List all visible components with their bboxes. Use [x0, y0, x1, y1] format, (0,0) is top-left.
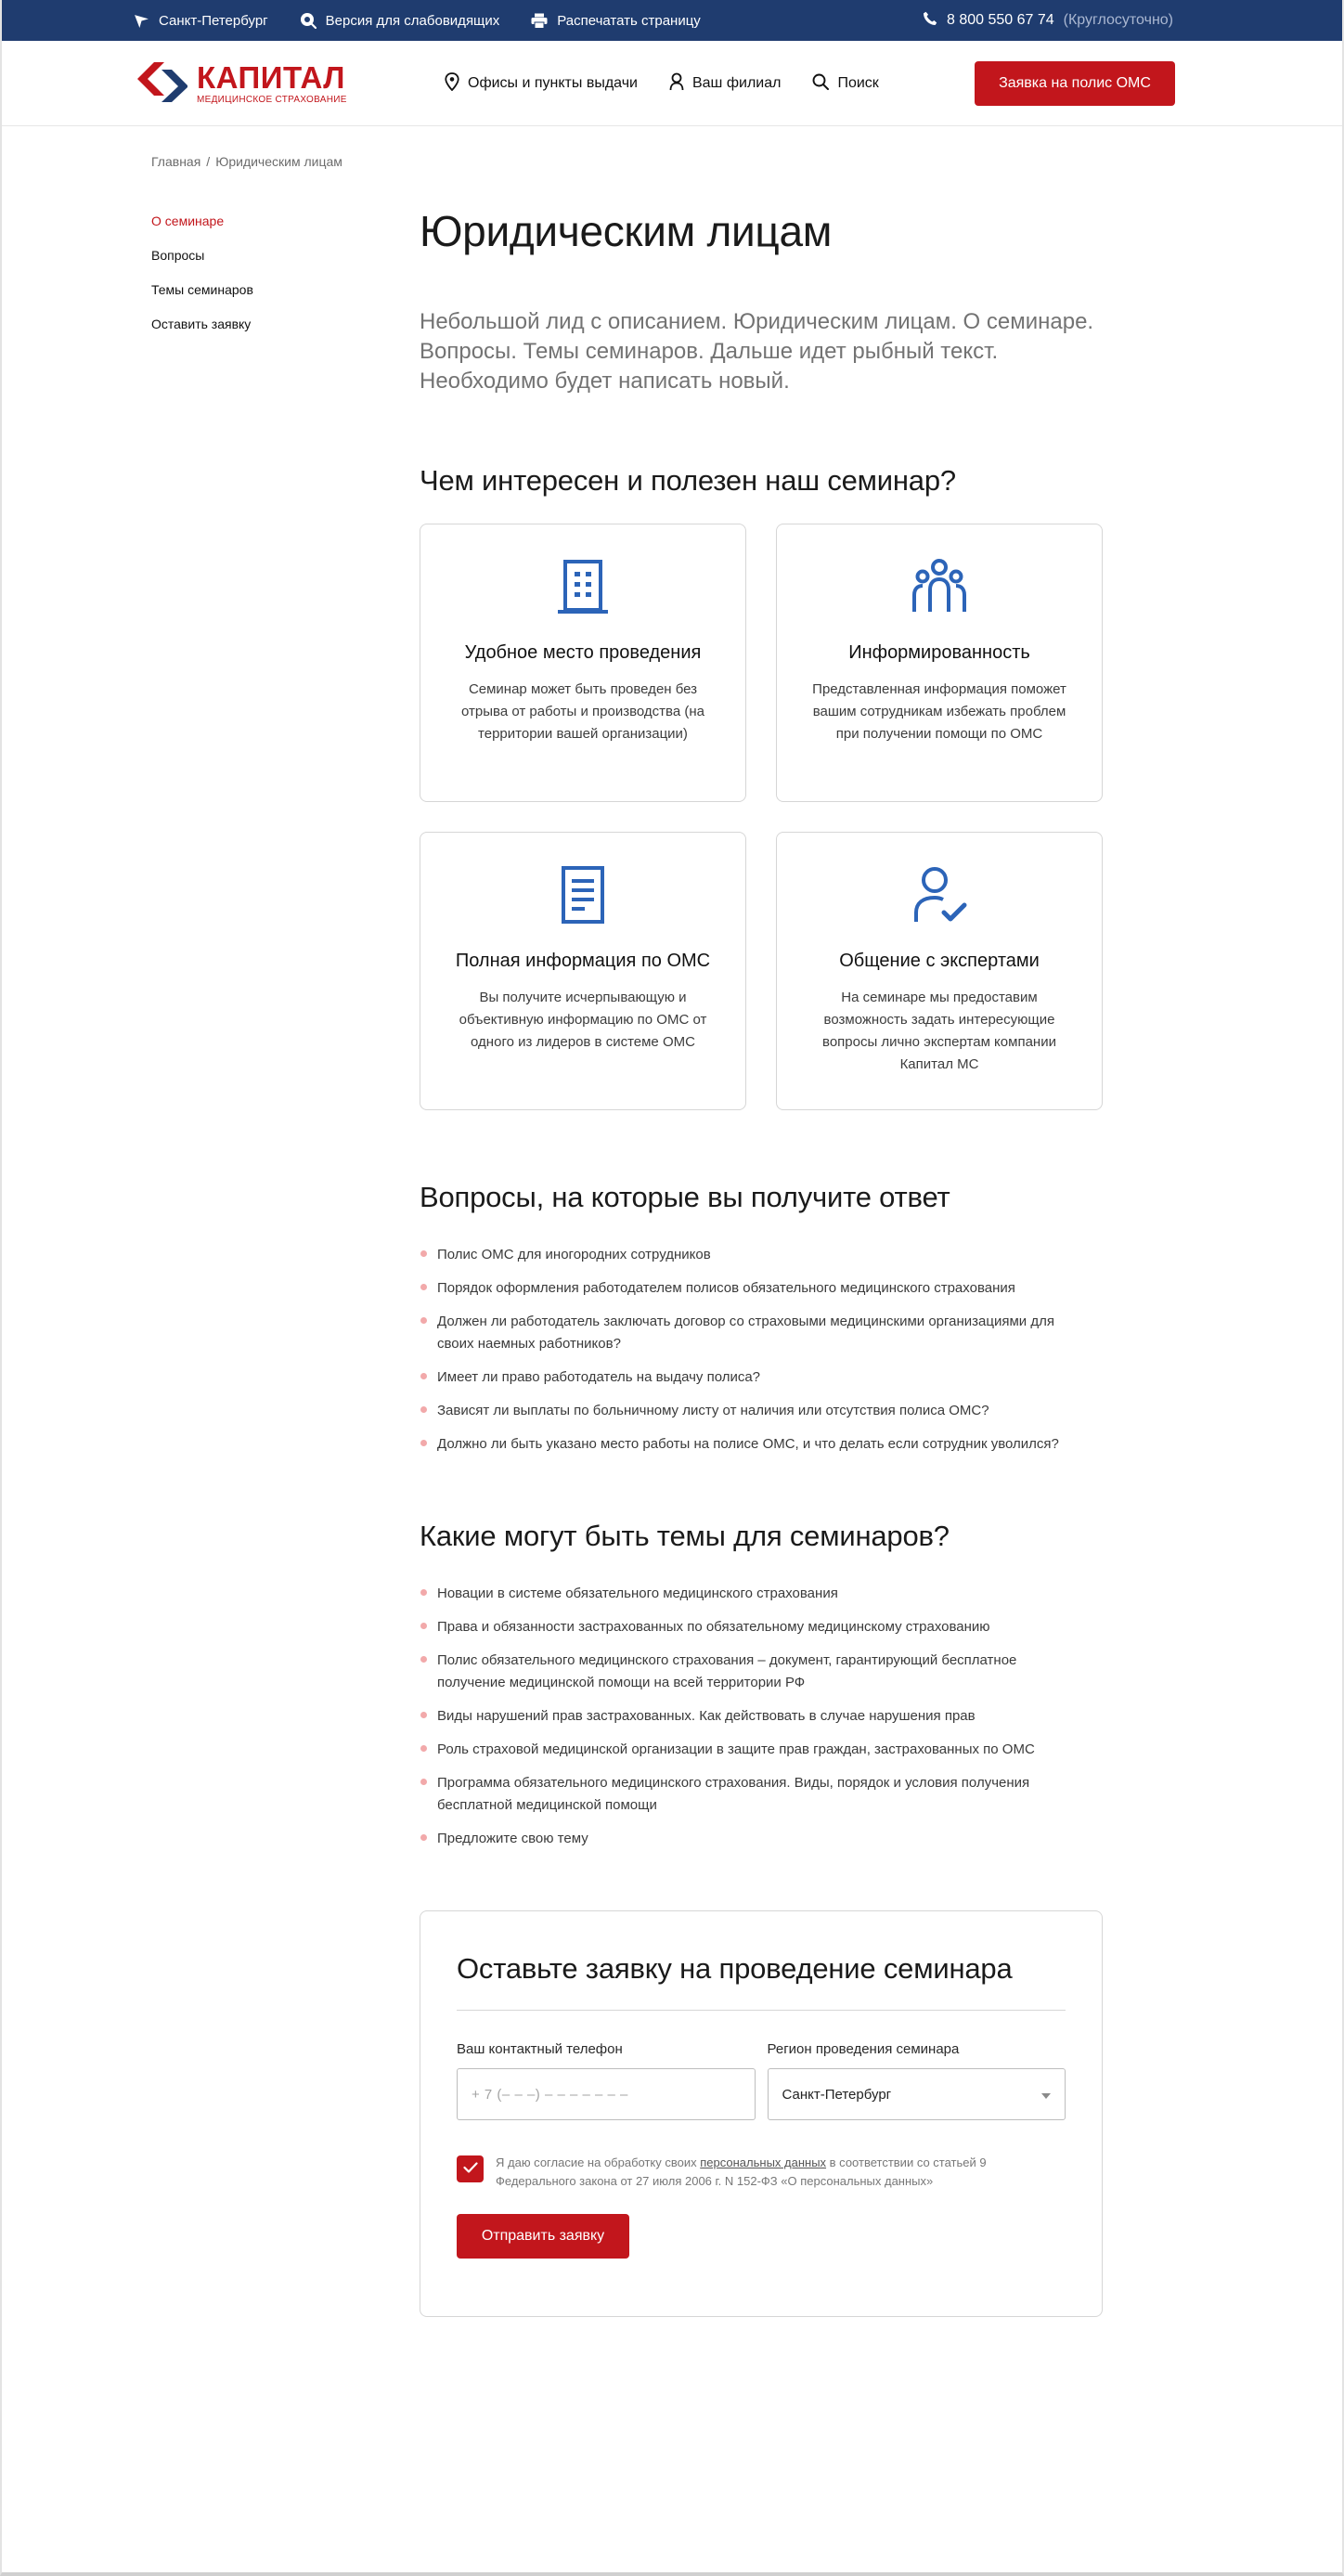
sidebar-item-questions[interactable]: Вопросы [151, 248, 253, 264]
consent-block: Я даю согласие на обработку своих персон… [457, 2154, 1066, 2191]
city-label: Санкт-Петербург [159, 12, 268, 29]
topics-list: Новации в системе обязательного медицинс… [420, 1583, 1103, 1850]
list-item: Полис ОМС для иногородних сотрудников [420, 1244, 1088, 1266]
region-value: Санкт-Петербург [782, 2086, 892, 2103]
phone-number: 8 800 550 67 74 [946, 12, 1054, 28]
map-pin-icon [445, 71, 459, 96]
breadcrumb: Главная / Юридическим лицам [151, 154, 342, 169]
topics-heading: Какие могут быть темы для семинаров? [420, 1520, 950, 1552]
list-item: Зависят ли выплаты по больничному листу … [420, 1400, 1088, 1422]
list-item: Виды нарушений прав застрахованных. Как … [420, 1705, 1088, 1728]
benefit-text: Семинар может быть проведен без отрыва о… [461, 681, 704, 742]
user-check-icon [777, 864, 1102, 926]
nav-branch-label: Ваш филиал [691, 75, 782, 91]
benefit-title: Общение с экспертами [839, 951, 1040, 971]
page-title: Юридическим лицам [420, 207, 833, 255]
people-group-icon [777, 556, 1102, 617]
logo-chevrons-icon [134, 60, 188, 108]
list-item: Полис обязательного медицинского страхов… [420, 1650, 1088, 1694]
list-item: Программа обязательного медицинского стр… [420, 1772, 1088, 1817]
seminar-request-form: Оставьте заявку на проведение семинара В… [420, 1910, 1103, 2317]
benefit-text: На семинаре мы предоставим возможность з… [822, 990, 1056, 1072]
document-icon [420, 864, 745, 926]
user-icon [669, 72, 684, 96]
nav-search-label: Поиск [837, 75, 879, 91]
list-item: Роль страховой медицинской организации в… [420, 1739, 1088, 1761]
consent-checkbox[interactable] [457, 2155, 484, 2182]
sidebar-item-topics[interactable]: Темы семинаров [151, 282, 253, 298]
region-select[interactable]: Санкт-Петербург [767, 2068, 1066, 2120]
location-arrow-icon [134, 13, 149, 29]
phone-placeholder: + 7 (– – –) – – – – – – – [472, 2086, 628, 2103]
list-item: Предложите свою тему [420, 1828, 1088, 1850]
benefit-card: Полная информация по ОМС Вы получите исч… [420, 832, 746, 1110]
benefit-title: Удобное место проведения [464, 642, 702, 663]
top-bar: Санкт-Петербург Версия для слабовидящих … [0, 0, 1344, 41]
list-item: Должно ли быть указано место работы на п… [420, 1433, 1088, 1456]
printer-icon [531, 13, 548, 29]
list-item: Порядок оформления работодателем полисов… [420, 1277, 1088, 1300]
sidebar-item-apply[interactable]: Оставить заявку [151, 317, 253, 332]
accessibility-label: Версия для слабовидящих [325, 12, 500, 29]
lead-text: Небольшой лид с описанием. Юридическим л… [420, 309, 1094, 394]
phone-field-label: Ваш контактный телефон [457, 2041, 623, 2057]
logo-title: КАПИТАЛ [197, 60, 345, 95]
sidebar-nav: О семинаре Вопросы Темы семинаров Остави… [151, 214, 253, 351]
oms-application-button[interactable]: Заявка на полис ОМС [975, 61, 1175, 106]
benefit-card: Общение с экспертами На семинаре мы пред… [776, 832, 1103, 1110]
benefit-title: Информированность [848, 642, 1030, 663]
personal-data-link[interactable]: персональных данных [700, 2155, 826, 2169]
building-icon [420, 556, 745, 617]
caret-down-icon [1041, 2087, 1051, 2103]
accessibility-link[interactable]: Версия для слабовидящих [300, 12, 500, 29]
questions-list: Полис ОМС для иногородних сотрудников По… [420, 1244, 1103, 1456]
consent-text-start: Я даю согласие на обработку своих [496, 2155, 701, 2169]
benefit-text: Представленная информация поможет вашим … [812, 681, 1066, 742]
benefit-title: Полная информация по ОМС [455, 951, 711, 971]
nav-branch[interactable]: Ваш филиал [669, 72, 781, 96]
benefits-grid: Удобное место проведения Семинар может б… [420, 524, 1103, 1110]
region-field-label: Регион проведения семинара [767, 2041, 960, 2057]
phone-input[interactable]: + 7 (– – –) – – – – – – – [457, 2068, 756, 2120]
site-header: КАПИТАЛ МЕДИЦИНСКОЕ СТРАХОВАНИЕ Офисы и … [0, 41, 1344, 126]
checkmark-icon [462, 2161, 478, 2178]
phone-hours: (Круглосуточно) [1063, 12, 1173, 28]
breadcrumb-separator: / [206, 154, 211, 169]
search-icon [812, 73, 830, 95]
city-selector[interactable]: Санкт-Петербург [134, 13, 268, 29]
benefit-card: Информированность Представленная информа… [776, 524, 1103, 802]
benefits-heading: Чем интересен и полезен наш семинар? [420, 464, 956, 497]
benefit-text: Вы получите исчерпывающую и объективную … [459, 990, 707, 1050]
hotline[interactable]: 8 800 550 67 74 (Круглосуточно) [923, 11, 1173, 31]
main-nav: Офисы и пункты выдачи Ваш филиал Поиск [445, 71, 879, 96]
logo[interactable]: КАПИТАЛ МЕДИЦИНСКОЕ СТРАХОВАНИЕ [134, 60, 431, 108]
form-title: Оставьте заявку на проведение семинара [457, 1952, 1013, 1985]
list-item: Права и обязанности застрахованных по об… [420, 1616, 1088, 1638]
print-link[interactable]: Распечатать страницу [531, 13, 701, 29]
benefit-card: Удобное место проведения Семинар может б… [420, 524, 746, 802]
breadcrumb-home[interactable]: Главная [151, 154, 200, 169]
sidebar-item-about[interactable]: О семинаре [151, 214, 253, 229]
print-label: Распечатать страницу [557, 12, 701, 29]
list-item: Новации в системе обязательного медицинс… [420, 1583, 1088, 1605]
submit-button[interactable]: Отправить заявку [457, 2214, 629, 2259]
main-content: Юридическим лицам Небольшой лид с описан… [420, 206, 1103, 2317]
nav-offices[interactable]: Офисы и пункты выдачи [445, 71, 638, 96]
nav-search[interactable]: Поиск [812, 73, 879, 95]
list-item: Имеет ли право работодатель на выдачу по… [420, 1366, 1088, 1389]
breadcrumb-current: Юридическим лицам [215, 154, 342, 169]
consent-text: Я даю согласие на обработку своих персон… [496, 2154, 1066, 2191]
questions-heading: Вопросы, на которые вы получите ответ [420, 1181, 950, 1213]
eye-search-icon [300, 12, 317, 29]
phone-icon [923, 11, 937, 31]
logo-subtitle: МЕДИЦИНСКОЕ СТРАХОВАНИЕ [197, 95, 347, 105]
nav-offices-label: Офисы и пункты выдачи [468, 75, 638, 91]
list-item: Должен ли работодатель заключать договор… [420, 1311, 1088, 1355]
form-divider [457, 2010, 1066, 2011]
